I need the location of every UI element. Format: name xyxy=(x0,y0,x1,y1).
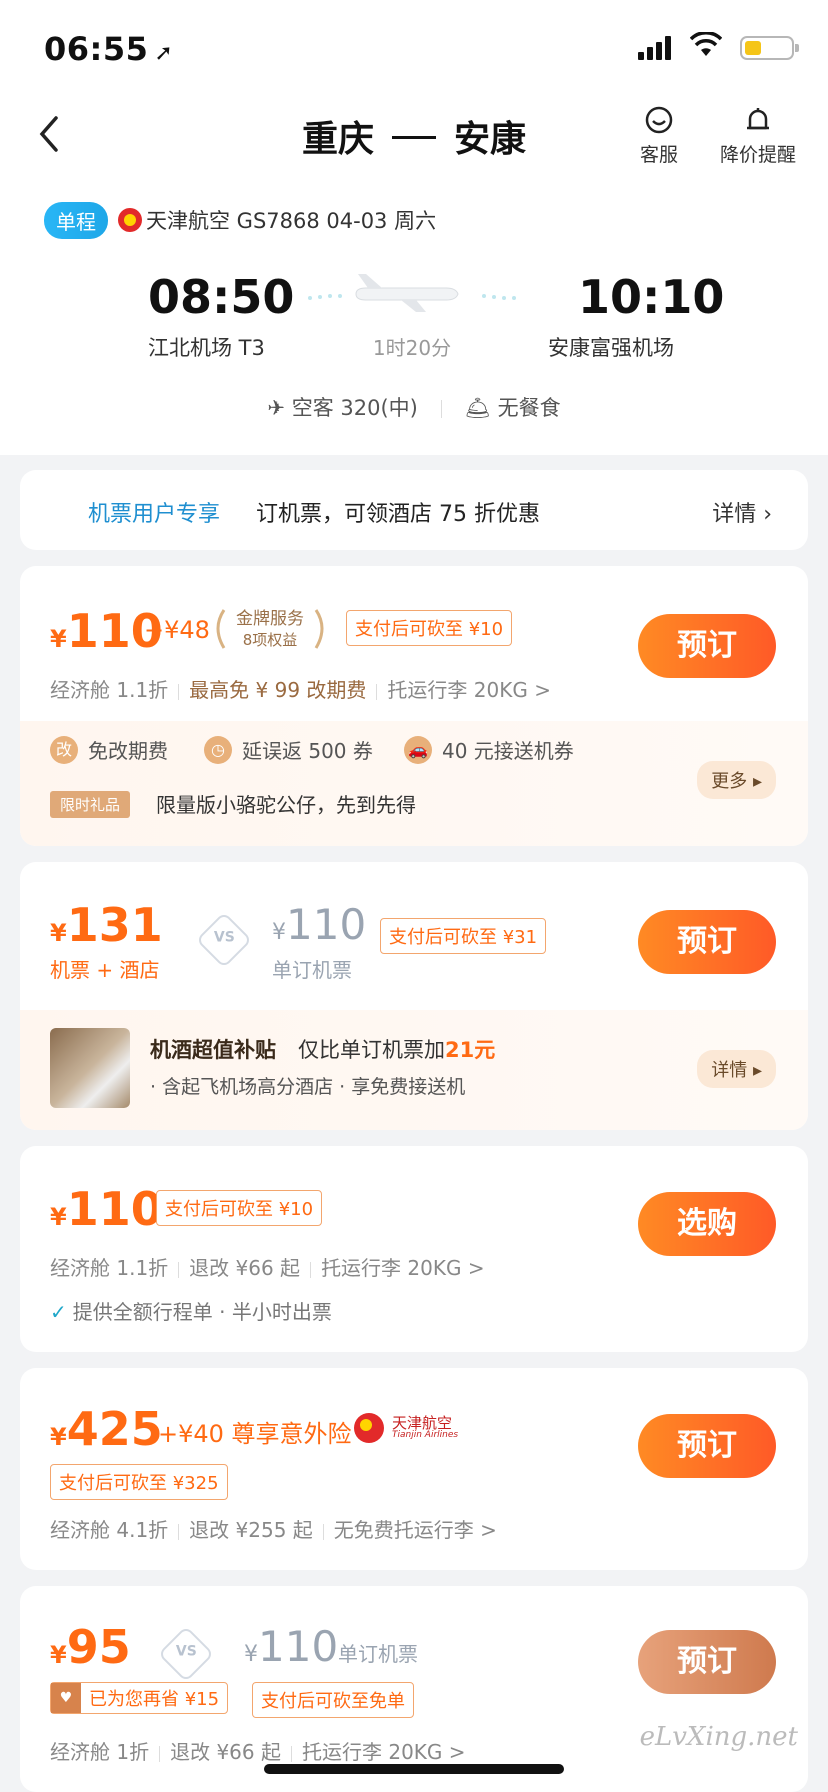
tianjin-airlines-logo: 天津航空 Tianjin Airlines xyxy=(354,1410,458,1446)
meal-info: 无餐食 xyxy=(497,396,561,420)
watermark: eLvXing.net xyxy=(639,1722,798,1752)
heart-icon: ♥ xyxy=(51,1683,81,1713)
insurance-addon: +¥40 尊享意外险 xyxy=(158,1420,352,1448)
promo-banner[interactable]: 机票用户专享 订机票，可领酒店 75 折优惠 详情 › xyxy=(20,470,808,550)
route-title: 重庆 安康 xyxy=(0,110,828,162)
select-button[interactable]: 选购 xyxy=(638,1192,776,1256)
fare-card-4: ¥425 +¥40 尊享意外险 天津航空 Tianjin Airlines 支付… xyxy=(20,1368,808,1570)
aircraft-type: 空客 320(中) xyxy=(291,396,418,420)
subsidy-text: 仅比单订机票加21元 xyxy=(298,1038,496,1062)
subsidy-title: 机酒超值补贴 xyxy=(150,1038,276,1062)
flight-summary: 单程 天津航空 GS7868 04-03 周六 xyxy=(44,201,437,239)
price-alert-button[interactable]: 降价提醒 xyxy=(720,106,796,167)
flight-duration: 1时20分 xyxy=(372,336,452,360)
compare-label: 单订机票 xyxy=(338,1642,418,1666)
saved-badge: ♥ 已为您再省 ¥15 xyxy=(50,1682,229,1714)
discount-chip: 支付后可砍至 ¥31 xyxy=(380,918,547,954)
check-icon: ✓ xyxy=(50,1300,67,1324)
change-icon: 改 xyxy=(50,735,78,764)
clock-icon: ◷ xyxy=(204,735,232,764)
promo-text: 订机票，可领酒店 75 折优惠 xyxy=(256,502,540,527)
fare-price: ¥110 xyxy=(50,1182,163,1236)
benefits-strip: 改免改期费 ◷ 延误返 500 券 🚗 40 元接送机券 更多 ▸ 限时礼品 限量版… xyxy=(20,721,808,846)
addon-price: +¥48 xyxy=(144,616,210,644)
more-benefits-button[interactable]: 更多 ▸ xyxy=(697,761,776,799)
combo-price: ¥131 xyxy=(50,898,163,952)
vs-icon: VS xyxy=(157,1625,215,1683)
meal-icon: 🛎 xyxy=(464,396,491,420)
status-bar: 06:55 ➚ xyxy=(44,30,799,70)
airplane-icon xyxy=(308,274,516,312)
gift-text: 限量版小骆驼公仔，先到先得 xyxy=(156,793,416,817)
fare-price: ¥425 xyxy=(50,1402,163,1456)
gift-tag: 限时礼品 xyxy=(50,791,131,818)
promo-tag: 机票用户专享 xyxy=(88,502,221,527)
book-button[interactable]: 预订 xyxy=(638,614,776,678)
arrival-airport: 安康富强机场 xyxy=(548,336,674,360)
hotel-thumbnail xyxy=(50,1028,130,1108)
trip-type-badge: 单程 xyxy=(44,201,108,239)
book-button[interactable]: 预订 xyxy=(638,1414,776,1478)
aircraft-info: ✈ 空客 320(中) 🛎 无餐食 xyxy=(0,392,828,422)
fare-details[interactable]: 经济舱 1.1折 最高免 ¥ 99 改期费 托运行李 20KG > xyxy=(50,674,551,703)
departure-airport: 江北机场 T3 xyxy=(148,336,265,360)
airline-logo-icon xyxy=(354,1413,384,1443)
benefit-item: 🚗 40 元接送机券 xyxy=(404,735,574,764)
chat-icon xyxy=(645,106,673,134)
discount-chip: 支付后可砍至 ¥10 xyxy=(156,1190,323,1226)
airline-logo-icon xyxy=(118,208,142,232)
battery-icon xyxy=(740,36,799,60)
compare-label: 单订机票 xyxy=(272,958,352,982)
customer-service-button[interactable]: 客服 xyxy=(640,106,678,167)
fare-card-5: ¥95 VS ¥110 单订机票 ♥ 已为您再省 ¥15 支付后可砍至免单 预订… xyxy=(20,1586,808,1792)
subsidy-features: · 含起飞机场高分酒店 · 享免费接送机 xyxy=(150,1076,466,1098)
fare-card-1: ¥110 +¥48 金牌服务 8项权益 支付后可砍至 ¥10 预订 经济舱 1.… xyxy=(20,566,808,846)
flight-info: 天津航空 GS7868 04-03 周六 xyxy=(146,209,437,233)
location-arrow-icon: ➚ xyxy=(154,41,174,66)
discount-chip: 支付后可砍至 ¥325 xyxy=(50,1464,228,1500)
promo-details-link[interactable]: 详情 › xyxy=(712,496,772,528)
gold-service-badge: 金牌服务 8项权益 xyxy=(210,604,330,654)
home-indicator[interactable] xyxy=(264,1764,564,1774)
compare-price: ¥110 xyxy=(272,900,367,949)
fare-details[interactable]: 经济舱 1.1折 退改 ¥66 起托运行李 20KG > xyxy=(50,1252,485,1281)
signal-icon xyxy=(638,36,674,60)
fare-card-2: ¥131 机票 + 酒店 VS ¥110 单订机票 支付后可砍至 ¥31 预订 … xyxy=(20,862,808,1130)
fare-price: ¥95 xyxy=(50,1620,131,1674)
compare-price: ¥110 xyxy=(244,1622,339,1671)
nav-bar: 重庆 安康 客服 降价提醒 xyxy=(0,100,828,170)
hotel-subsidy-strip[interactable]: 机酒超值补贴 仅比单订机票加21元 · 含起飞机场高分酒店 · 享免费接送机 详… xyxy=(20,1010,808,1130)
wifi-icon xyxy=(690,32,722,56)
book-button[interactable]: 预订 xyxy=(638,1630,776,1694)
vs-icon: VS xyxy=(195,911,253,969)
benefit-item: 改免改期费 xyxy=(50,735,168,764)
discount-chip: 支付后可砍至免单 xyxy=(252,1682,414,1718)
arrival-time: 10:10 xyxy=(578,270,725,324)
plane-small-icon: ✈ xyxy=(267,396,286,420)
bell-icon xyxy=(747,108,769,130)
destination-city: 安康 xyxy=(454,119,527,160)
flight-times: 08:50 江北机场 T3 1时20分 10:10 安康富强机场 xyxy=(0,270,828,360)
fare-details[interactable]: 经济舱 4.1折 退改 ¥255 起无免费托运行李 > xyxy=(50,1514,497,1543)
fare-details[interactable]: 经济舱 1折 退改 ¥66 起托运行李 20KG > xyxy=(50,1736,466,1765)
discount-chip: 支付后可砍至 ¥10 xyxy=(346,610,513,646)
benefit-item: ◷ 延误返 500 券 xyxy=(204,735,373,764)
origin-city: 重庆 xyxy=(301,119,374,160)
car-icon: 🚗 xyxy=(404,735,432,764)
ticketing-note: ✓ 提供全额行程单 · 半小时出票 xyxy=(50,1300,332,1324)
header-area: 06:55 ➚ 重庆 安康 客服 降价提醒 单程 天津航空 GS7868 04-03… xyxy=(0,0,828,455)
departure-time: 08:50 xyxy=(148,270,295,324)
book-button[interactable]: 预订 xyxy=(638,910,776,974)
subsidy-details-button[interactable]: 详情 ▸ xyxy=(697,1050,776,1088)
combo-label: 机票 + 酒店 xyxy=(50,958,160,982)
status-time: 06:55 ➚ xyxy=(44,30,174,68)
fare-card-3: ¥110 支付后可砍至 ¥10 选购 经济舱 1.1折 退改 ¥66 起托运行李 … xyxy=(20,1146,808,1352)
